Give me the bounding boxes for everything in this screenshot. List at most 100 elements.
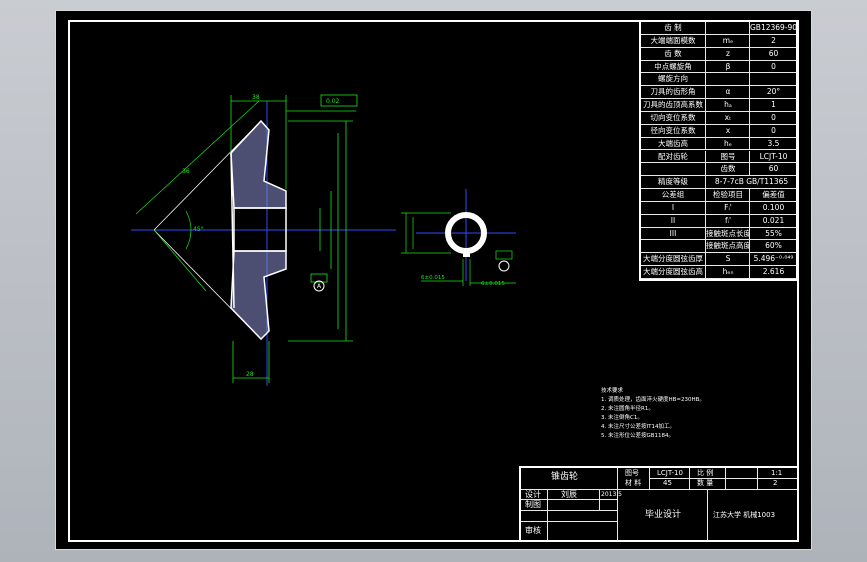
param-cell: 20° xyxy=(749,86,797,100)
param-cell: 大端齿高 xyxy=(658,138,688,148)
drawing-label: 制图 xyxy=(525,500,541,509)
param-cell: z xyxy=(705,47,750,61)
param-row: II fᵢ' 0.021 xyxy=(641,214,797,228)
param-row: 大端分度圆弦齿厚 S 5.496⁻⁰·⁰⁴⁹ xyxy=(641,253,797,267)
param-cell: 图号 xyxy=(705,150,750,164)
school-name: 江苏大学 机械1003 xyxy=(713,511,776,519)
note-item: 4. 未注尺寸公差按IT14加工。 xyxy=(601,424,675,430)
param-cell: 中点螺旋角 xyxy=(654,61,692,71)
dim-left-bottom: 28 xyxy=(246,371,254,378)
quantity-value: 2 xyxy=(773,479,778,487)
param-cell: 55% xyxy=(749,227,797,241)
param-cell: 齿 制 xyxy=(664,23,682,32)
param-cell xyxy=(641,163,705,176)
param-row: 大端分度圆弦齿高 hₑₙ 2.616 xyxy=(641,266,796,279)
param-row: 大端端面模数 mₑ 2 xyxy=(641,34,797,48)
upper-hatch xyxy=(231,121,286,208)
param-cell: 5.496⁻⁰·⁰⁴⁹ xyxy=(749,253,797,267)
material-value: 45 xyxy=(663,479,672,487)
mating-row: 配对齿轮 图号 LCJT-10 xyxy=(641,150,797,164)
accuracy-row: 精度等级 8-7-7cB GB/T11365 xyxy=(641,176,797,190)
scale-value: 1:1 xyxy=(771,469,783,477)
title-block: 锥齿轮 图号 LCJT-10 比 例 1:1 材 料 45 数 量 2 设计 刘… xyxy=(519,466,799,542)
param-cell: 接触斑点高度百分率 xyxy=(705,240,750,254)
param-row: 大端齿高 hₑ 3.5 xyxy=(641,137,797,151)
review-label: 审核 xyxy=(525,526,541,535)
project-name: 毕业设计 xyxy=(645,510,682,520)
param-row: I Fᵢ' 0.100 xyxy=(641,201,797,215)
group-three-row: 接触斑点高度百分率60% xyxy=(641,240,797,254)
param-cell: 大端端面模数 xyxy=(650,35,696,45)
note-item: 3. 未注倒角C1。 xyxy=(601,415,643,421)
param-cell: 0.100 xyxy=(749,201,797,215)
drawing-no-label: 图号 xyxy=(625,469,639,477)
param-cell: S xyxy=(705,253,750,267)
datum-a-label: A xyxy=(317,283,322,290)
param-cell: 刀具的齿形角 xyxy=(650,87,696,97)
param-cell: III xyxy=(669,228,677,238)
runout-box-value: 0.02 xyxy=(326,98,340,105)
drawing-no: LCJT-10 xyxy=(657,469,683,477)
dim-face-width: 36 xyxy=(182,168,190,175)
mating-row: 齿数 60 xyxy=(641,163,797,177)
param-row: 刀具的齿顶高系数 hₐ 1 xyxy=(641,99,796,112)
param-cell: 60% xyxy=(749,240,797,254)
param-cell: hₑₙ xyxy=(705,266,750,279)
param-cell xyxy=(641,240,705,253)
note-item: 2. 未注圆角半径R1。 xyxy=(601,406,654,412)
param-row: 齿 数 z 60 xyxy=(641,47,797,61)
param-cell: 配对齿轮 xyxy=(658,151,688,161)
param-cell: 8-7-7cB GB/T11365 xyxy=(705,176,797,190)
param-cell: 大端分度圆弦齿高 xyxy=(643,267,703,277)
gear-parameter-table: 齿 制 GB12369-90 大端端面模数 mₑ 2 齿 数 z 60 中点螺旋角 β 0 螺旋方向刀… xyxy=(639,20,798,281)
param-cell: 60 xyxy=(749,163,797,177)
param-cell: 大端分度圆弦齿厚 xyxy=(643,254,703,264)
param-cell: 3.5 xyxy=(749,137,797,151)
param-cell: β xyxy=(705,60,750,74)
param-cell: x xyxy=(705,124,750,138)
gear-section xyxy=(135,100,287,341)
param-row: 螺旋方向 xyxy=(641,73,797,87)
param-cell: 齿 数 xyxy=(664,48,682,58)
param-cell: 0 xyxy=(749,124,797,138)
param-cell: fᵢ' xyxy=(705,214,750,228)
param-cell xyxy=(749,73,797,87)
param-cell: 2.616 xyxy=(749,266,797,279)
param-cell: 精度等级 xyxy=(658,177,688,187)
note-item: 5. 未注形位公差按GB1184。 xyxy=(601,433,675,439)
param-cell: 2 xyxy=(749,34,797,48)
param-row: 径向变位系数 x 0 xyxy=(641,124,797,138)
param-cell: 径向变位系数 xyxy=(650,125,696,135)
param-cell: 螺旋方向 xyxy=(658,74,688,84)
part-name: 锥齿轮 xyxy=(551,472,579,482)
param-cell: 齿数 xyxy=(705,163,750,177)
param-cell: α xyxy=(705,86,750,100)
param-row: 刀具的齿形角 α 20° xyxy=(641,86,797,100)
param-cell: 60 xyxy=(749,47,797,61)
param-title-row: 齿 制 GB12369-90 xyxy=(641,22,797,35)
technical-requirements: 技术要求 1. 调质处理，齿面淬火硬度HB=230HB。 2. 未注圆角半径R1… xyxy=(601,387,705,441)
param-cell: 检验项目 xyxy=(705,189,750,202)
param-cell xyxy=(705,22,750,35)
param-cell: I xyxy=(671,202,675,212)
notes-title: 技术要求 xyxy=(601,388,624,394)
note-item: 1. 调质处理，齿面淬火硬度HB=230HB。 xyxy=(601,397,705,403)
param-cell: mₑ xyxy=(705,34,750,48)
scale-label: 比 例 xyxy=(697,469,714,477)
param-row: 中点螺旋角 β 0 xyxy=(641,60,796,74)
param-cell: 偏差值 xyxy=(749,189,797,202)
quantity-label: 数 量 xyxy=(697,479,714,487)
group-three-row: III 接触斑点长度百分率55% xyxy=(641,227,797,241)
material-label: 材 料 xyxy=(625,479,642,487)
drawing-viewport[interactable]: 38 28 0.02 36 45° A 6±0.015 6±0.015 齿 制 … xyxy=(55,10,812,550)
dim-keyway-width: 6±0.015 xyxy=(421,275,445,281)
param-cell xyxy=(705,73,750,87)
param-cell: hₐ xyxy=(705,99,750,112)
param-row: 切向变位系数 xₜ 0 xyxy=(641,111,797,125)
param-cell: 0.021 xyxy=(749,214,797,228)
param-cell: 0 xyxy=(749,111,797,125)
param-cell: 切向变位系数 xyxy=(650,112,696,122)
hub-view: 6±0.015 6±0.015 xyxy=(401,212,516,287)
param-cell: 接触斑点长度百分率 xyxy=(705,227,750,241)
param-cell: LCJT-10 xyxy=(749,150,797,164)
